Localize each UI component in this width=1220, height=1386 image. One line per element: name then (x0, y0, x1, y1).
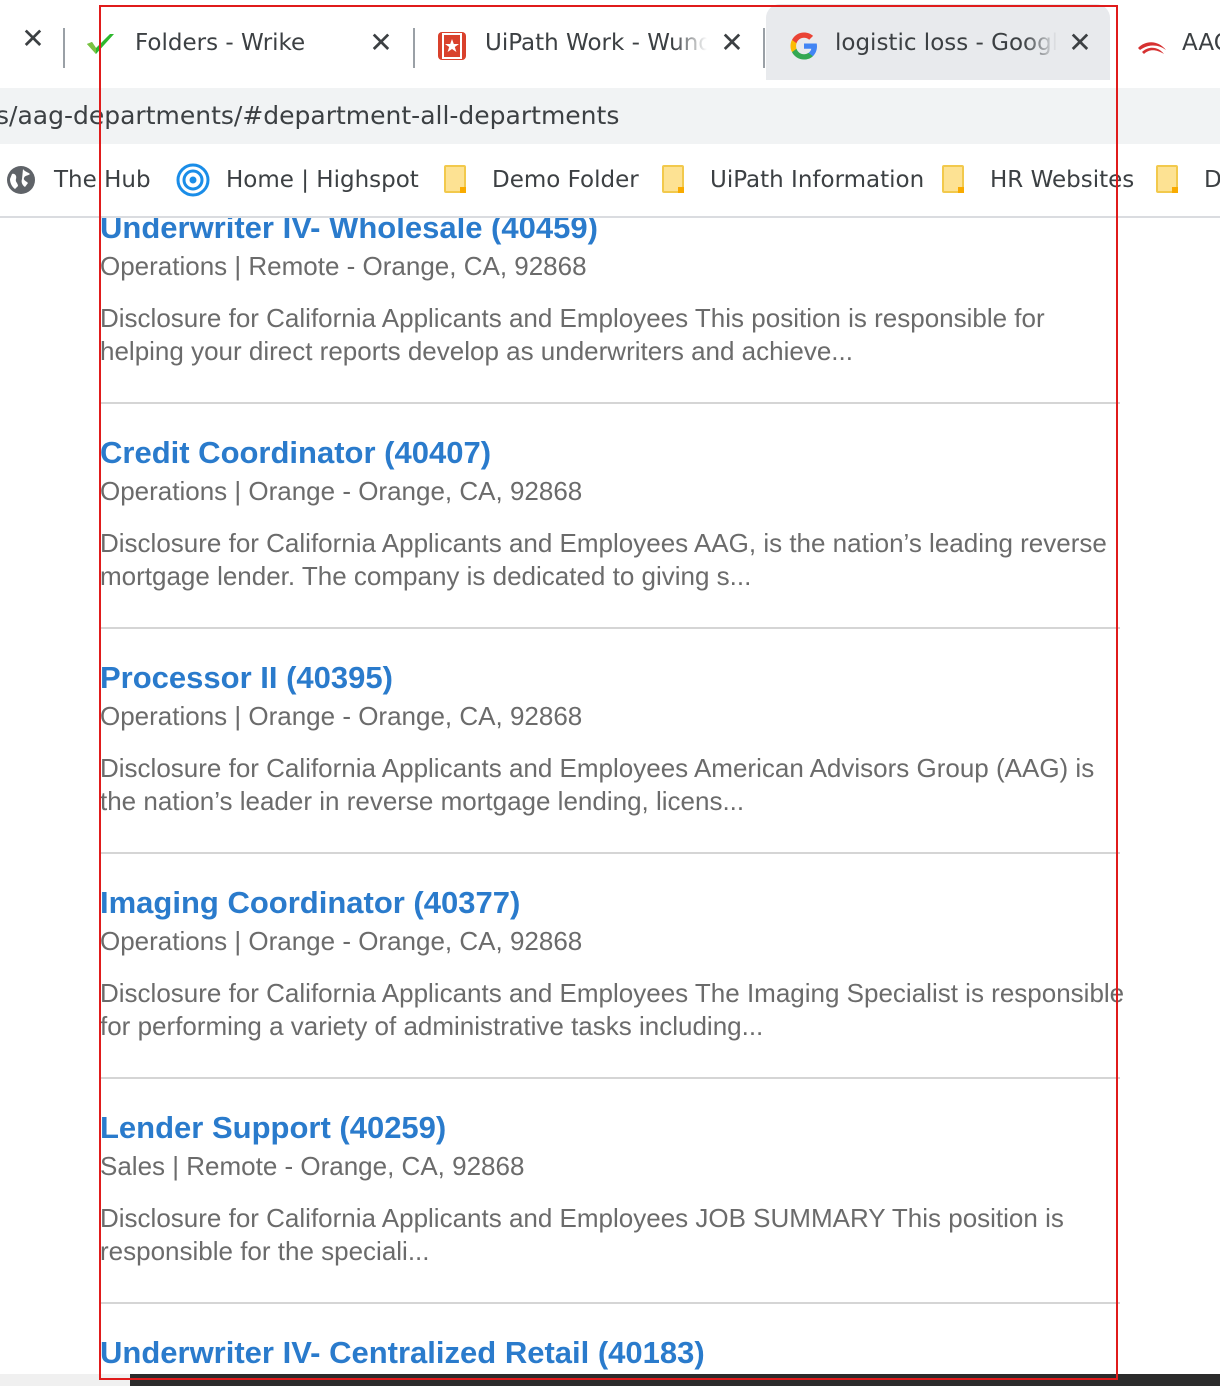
tab-close-button[interactable]: ✕ (1065, 26, 1095, 60)
address-bar[interactable]: s/aag-departments/#department-all-depart… (0, 88, 1220, 144)
highspot-icon (176, 163, 210, 197)
tab-aag[interactable]: AAG (1120, 4, 1220, 80)
wunderlist-icon (438, 32, 466, 60)
bookmark-uipath-information[interactable]: UiPath Information (662, 162, 924, 198)
tab-wrike[interactable]: Folders - Wrike ✕ (66, 4, 412, 80)
globe-icon (7, 166, 35, 194)
tab-strip: ✕ Folders - Wrike ✕ UiPath Work - Wunder… (0, 0, 1220, 88)
job-listing: Credit Coordinator (40407) Operations | … (100, 435, 1120, 593)
job-title-link[interactable]: Underwriter IV- Wholesale (40459) (100, 218, 1120, 246)
job-description: Disclosure for California Applicants and… (100, 1203, 1064, 1266)
folder-icon (662, 165, 692, 195)
bookmark-label: Demo Folder (492, 167, 639, 193)
bookmark-label: Home | Highspot (226, 167, 419, 193)
job-listings: Underwriter IV- Wholesale (40459) Operat… (0, 218, 1220, 1386)
tab-title: Folders - Wrike (135, 30, 306, 56)
tab-separator (763, 28, 765, 68)
job-listing: Underwriter IV- Wholesale (40459) Operat… (100, 218, 1120, 368)
job-description: Disclosure for California Applicants and… (100, 978, 1125, 1041)
job-meta: Operations | Orange - Orange, CA, 92868 (100, 476, 583, 506)
job-meta: Operations | Orange - Orange, CA, 92868 (100, 926, 583, 956)
job-meta: Sales | Remote - Orange, CA, 92868 (100, 1151, 525, 1181)
bookmark-the-hub[interactable]: The Hub (6, 162, 151, 198)
divider (100, 1302, 1120, 1304)
tab-title: logistic loss - Google Search (835, 30, 1057, 56)
tab-title: UiPath Work - Wunderlist (485, 30, 707, 56)
wrike-check-icon (87, 34, 114, 54)
job-listing: Processor II (40395) Operations | Orange… (100, 660, 1120, 818)
job-description: Disclosure for California Applicants and… (100, 753, 1095, 816)
job-title-link[interactable]: Credit Coordinator (40407) (100, 435, 1120, 471)
job-meta: Operations | Remote - Orange, CA, 92868 (100, 251, 587, 281)
google-g-icon (790, 32, 817, 60)
bookmark-label: The Hub (54, 167, 151, 193)
job-description: Disclosure for California Applicants and… (100, 303, 1045, 366)
tab-title: AAG (1182, 30, 1220, 56)
tab-wunderlist[interactable]: UiPath Work - Wunderlist ✕ (416, 4, 762, 80)
bookmark-label: HR Websites (990, 167, 1135, 193)
folder-icon (444, 165, 474, 195)
folder-icon (1156, 165, 1186, 195)
tab-separator (63, 28, 65, 68)
scrollbar-thumb[interactable] (130, 1374, 1220, 1386)
bookmark-highspot[interactable]: Home | Highspot (176, 162, 419, 198)
tab-close-button[interactable]: ✕ (18, 22, 48, 56)
divider (100, 627, 1120, 629)
job-listing: Underwriter IV- Centralized Retail (4018… (100, 1335, 1120, 1371)
job-title-link[interactable]: Underwriter IV- Centralized Retail (4018… (100, 1335, 1120, 1371)
divider (100, 402, 1120, 404)
divider (100, 852, 1120, 854)
folder-icon (942, 165, 972, 195)
url-text[interactable]: s/aag-departments/#department-all-depart… (0, 101, 619, 130)
job-description: Disclosure for California Applicants and… (100, 528, 1107, 591)
job-listing: Imaging Coordinator (40377) Operations |… (100, 885, 1124, 1043)
divider (100, 1077, 1120, 1079)
tab-separator (413, 28, 415, 68)
tab-close-button[interactable]: ✕ (717, 26, 747, 60)
aag-logo-icon (1138, 42, 1166, 54)
bookmark-hr-websites[interactable]: HR Websites (942, 162, 1134, 198)
job-title-link[interactable]: Lender Support (40259) (100, 1110, 1120, 1146)
bookmark-de[interactable]: De (1156, 162, 1220, 198)
job-meta: Operations | Orange - Orange, CA, 92868 (100, 701, 583, 731)
job-listing: Lender Support (40259) Sales | Remote - … (100, 1110, 1120, 1268)
bookmarks-bar: The Hub Home | Highspot Demo Folder UiPa… (0, 144, 1220, 218)
bookmark-label: De (1204, 167, 1220, 193)
job-title-link[interactable]: Imaging Coordinator (40377) (100, 885, 1120, 921)
tab-google-search[interactable]: logistic loss - Google Search ✕ (766, 4, 1110, 80)
tab-close-button[interactable]: ✕ (366, 26, 396, 60)
job-title-link[interactable]: Processor II (40395) (100, 660, 1120, 696)
bookmark-demo-folder[interactable]: Demo Folder (444, 162, 639, 198)
bookmark-label: UiPath Information (710, 167, 925, 193)
